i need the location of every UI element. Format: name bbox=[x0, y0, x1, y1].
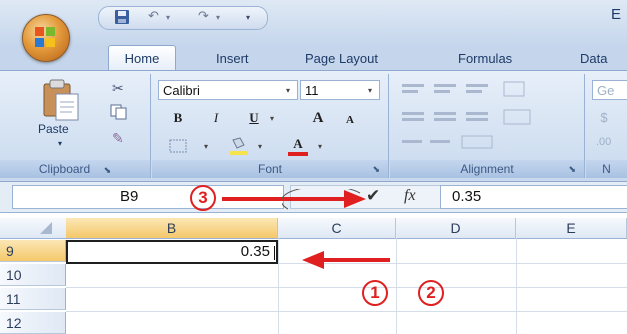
annotation-marker-2: 2 bbox=[418, 280, 444, 306]
font-size-dropdown-icon[interactable]: ▾ bbox=[368, 86, 372, 95]
bold-button[interactable]: B bbox=[168, 108, 188, 128]
alignment-label-text: Alignment bbox=[460, 162, 514, 176]
paste-icon[interactable] bbox=[38, 78, 84, 122]
format-painter-icon[interactable]: ✎ bbox=[112, 130, 124, 147]
text-cursor bbox=[274, 246, 275, 260]
redo-icon[interactable]: ↷ bbox=[198, 8, 209, 24]
row-header-12[interactable]: 12 bbox=[0, 312, 66, 334]
tab-page-layout[interactable]: Page Layout bbox=[305, 48, 378, 70]
alignment-buttons[interactable] bbox=[400, 80, 560, 154]
font-size-value: 11 bbox=[305, 83, 319, 98]
paste-button-label[interactable]: Paste bbox=[38, 122, 88, 136]
undo-icon[interactable]: ↶ bbox=[148, 8, 159, 24]
gridline bbox=[516, 238, 517, 334]
number-format-value: Ge bbox=[597, 83, 615, 98]
customize-qat-icon[interactable]: ▾ bbox=[246, 13, 250, 22]
save-icon[interactable] bbox=[114, 9, 130, 25]
number-group-label: N bbox=[586, 160, 627, 178]
tab-home[interactable]: Home bbox=[108, 45, 176, 72]
number-format-combo[interactable]: Ge bbox=[592, 80, 627, 100]
borders-dropdown-icon[interactable]: ▾ bbox=[204, 142, 208, 151]
decimal-icon[interactable]: .00 bbox=[596, 136, 611, 148]
column-header-d[interactable]: D bbox=[396, 218, 516, 238]
tab-formulas[interactable]: Formulas bbox=[458, 48, 512, 70]
clipboard-launcher-icon[interactable]: ⬊ bbox=[94, 165, 112, 175]
tab-data[interactable]: Data bbox=[580, 48, 607, 70]
copy-icon[interactable] bbox=[110, 104, 128, 120]
column-header-e[interactable]: E bbox=[516, 218, 627, 238]
group-separator bbox=[584, 74, 585, 178]
gridline bbox=[278, 238, 279, 334]
group-separator bbox=[388, 74, 389, 178]
italic-button[interactable]: I bbox=[206, 108, 226, 128]
clipboard-group-label: Clipboard ⬊ bbox=[0, 160, 150, 178]
enter-highlight-ring bbox=[282, 189, 361, 210]
alignment-launcher-icon[interactable]: ⬊ bbox=[568, 160, 576, 178]
font-name-dropdown-icon[interactable]: ▾ bbox=[286, 86, 290, 95]
column-header-c[interactable]: C bbox=[278, 218, 396, 238]
tab-insert[interactable]: Insert bbox=[216, 48, 249, 70]
font-name-combo[interactable]: Calibri bbox=[158, 80, 298, 100]
formula-value: 0.35 bbox=[452, 188, 482, 205]
row-header-10[interactable]: 10 bbox=[0, 264, 66, 286]
redo-dropdown-icon[interactable]: ▾ bbox=[216, 13, 220, 22]
insert-function-icon[interactable]: fx bbox=[404, 187, 416, 205]
currency-button[interactable]: $ bbox=[596, 108, 612, 128]
clipboard-label-text: Clipboard bbox=[38, 162, 91, 176]
annotation-marker-1: 1 bbox=[362, 280, 388, 306]
name-box-value: B9 bbox=[120, 188, 139, 205]
annotation-arrow-to-cell bbox=[302, 251, 390, 269]
undo-dropdown-icon[interactable]: ▾ bbox=[166, 13, 170, 22]
row-header-9[interactable]: 9 bbox=[0, 240, 66, 262]
cut-icon[interactable]: ✂ bbox=[112, 80, 124, 97]
alignment-group-label: Alignment ⬊ bbox=[390, 160, 584, 178]
font-color-dropdown-icon[interactable]: ▾ bbox=[318, 142, 322, 151]
title-bar bbox=[0, 0, 627, 46]
underline-button[interactable]: U bbox=[244, 108, 264, 128]
gridline bbox=[66, 287, 627, 288]
office-logo-icon bbox=[35, 27, 55, 47]
gridline bbox=[66, 311, 627, 312]
fill-color-icon[interactable] bbox=[228, 136, 250, 156]
number-label-text: N bbox=[602, 162, 611, 176]
column-header-b[interactable]: B bbox=[66, 218, 278, 238]
window-title: E bbox=[610, 6, 621, 23]
font-group-label: Font ⬊ bbox=[152, 160, 388, 178]
underline-dropdown-icon[interactable]: ▾ bbox=[270, 114, 274, 123]
select-all-corner[interactable] bbox=[40, 222, 52, 234]
row-header-11[interactable]: 11 bbox=[0, 288, 66, 310]
cell-b9-value: 0.35 bbox=[240, 243, 270, 260]
borders-icon[interactable] bbox=[168, 138, 188, 154]
annotation-marker-3: 3 bbox=[190, 185, 216, 211]
font-label-text: Font bbox=[257, 162, 282, 176]
fill-color-dropdown-icon[interactable]: ▾ bbox=[258, 142, 262, 151]
gridline bbox=[396, 238, 397, 334]
group-separator bbox=[150, 74, 151, 178]
paste-dropdown-icon[interactable]: ▾ bbox=[58, 139, 62, 148]
grow-font-button[interactable]: A bbox=[308, 108, 328, 128]
font-launcher-icon[interactable]: ⬊ bbox=[372, 160, 380, 178]
font-name-value: Calibri bbox=[163, 83, 200, 98]
enter-check-icon[interactable]: ✔ bbox=[366, 186, 380, 206]
shrink-font-button[interactable]: A bbox=[340, 110, 360, 130]
font-color-button[interactable]: A bbox=[288, 134, 308, 156]
